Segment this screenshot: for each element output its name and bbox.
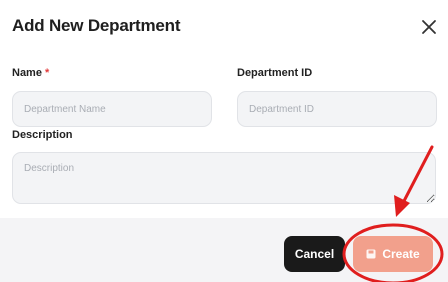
department-id-label: Department ID bbox=[237, 67, 313, 79]
create-button[interactable]: Create bbox=[353, 236, 433, 272]
description-textarea[interactable] bbox=[12, 152, 436, 204]
close-icon bbox=[422, 20, 436, 34]
dialog-title: Add New Department bbox=[12, 16, 181, 35]
save-icon bbox=[366, 249, 376, 259]
close-button[interactable] bbox=[418, 16, 440, 38]
dialog-header: Add New Department bbox=[0, 0, 448, 54]
description-label: Description bbox=[12, 129, 73, 141]
department-name-input[interactable] bbox=[12, 91, 212, 127]
add-department-dialog: Add New Department Name* Department ID D… bbox=[0, 0, 448, 282]
cancel-button-label: Cancel bbox=[294, 247, 335, 261]
cancel-button[interactable]: Cancel bbox=[284, 236, 345, 272]
required-asterisk: * bbox=[44, 67, 50, 79]
create-button-label: Create bbox=[382, 247, 420, 261]
department-id-input[interactable] bbox=[237, 91, 437, 127]
name-label-text: Name bbox=[12, 67, 42, 79]
name-field-label: Name * bbox=[12, 67, 49, 79]
